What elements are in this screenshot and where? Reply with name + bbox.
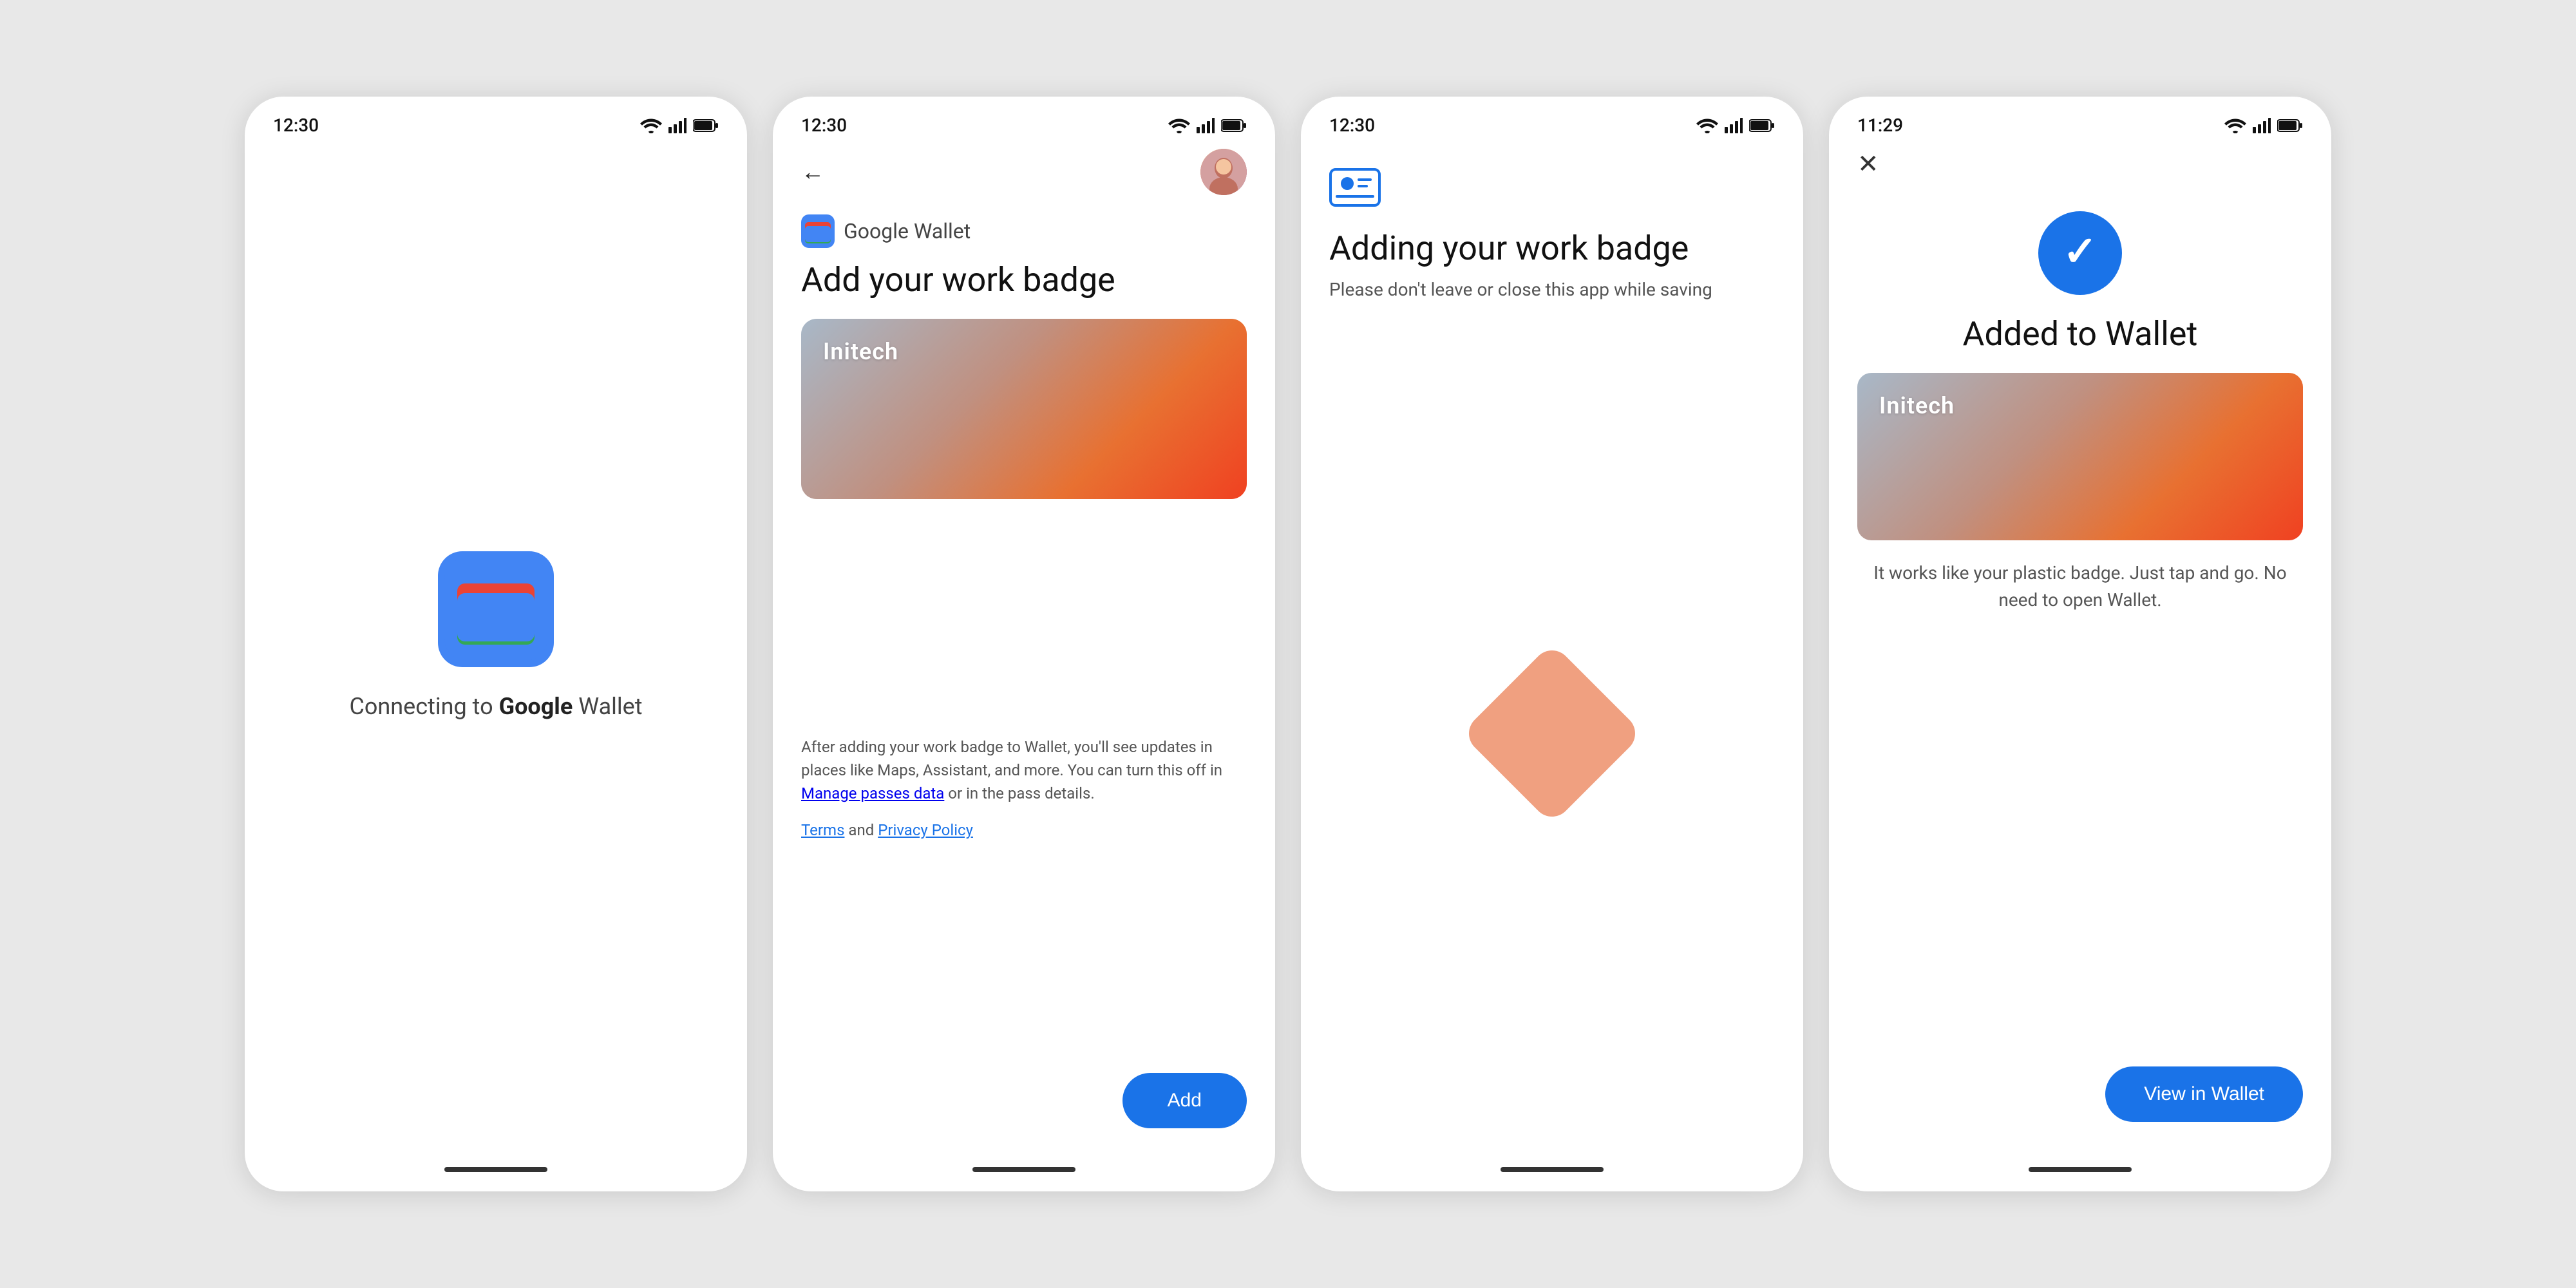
wifi-icon-2 <box>1168 118 1190 133</box>
screen4-content: ✕ ✓ Added to Wallet Initech It works lik… <box>1857 142 2303 1128</box>
badge-card-2: Initech <box>801 319 1247 499</box>
home-indicator-1 <box>444 1167 547 1172</box>
screen2-footer: Add <box>801 1060 1247 1128</box>
id-badge-icon <box>1329 168 1381 207</box>
added-desc: It works like your plastic badge. Just t… <box>1857 560 2303 614</box>
phone-screen-2: 12:30 ← <box>773 97 1275 1191</box>
success-circle: ✓ <box>2038 211 2122 295</box>
time-2: 12:30 <box>801 115 847 136</box>
screen2-header: ← <box>801 142 1247 214</box>
wifi-icon-4 <box>2224 118 2246 133</box>
screen4-body: ✕ ✓ Added to Wallet Initech It works lik… <box>1829 142 2331 1154</box>
screen2-body: ← Google Wallet <box>773 142 1275 1154</box>
battery-icon-4 <box>2277 118 2303 133</box>
badge-id-icon <box>1329 168 1381 209</box>
status-bar-2: 12:30 <box>773 97 1275 142</box>
battery-icon-2 <box>1221 118 1247 133</box>
wifi-icon-3 <box>1696 118 1718 133</box>
screen1-content: Connecting to Google Wallet <box>245 142 747 1154</box>
privacy-link[interactable]: Privacy Policy <box>878 821 973 839</box>
badge-links: Terms and Privacy Policy <box>801 818 1247 842</box>
add-badge-title: Add your work badge <box>801 261 1247 299</box>
view-in-wallet-button[interactable]: View in Wallet <box>2105 1066 2303 1122</box>
signal-icon-4 <box>2253 118 2271 133</box>
screen2-scroll: Google Wallet Add your work badge Initec… <box>801 214 1247 1128</box>
add-button[interactable]: Add <box>1122 1073 1247 1128</box>
badge-company-4: Initech <box>1879 392 1955 419</box>
phone-screen-4: 11:29 ✕ ✓ Added to Wallet <box>1829 97 2331 1191</box>
signal-icon-3 <box>1725 118 1743 133</box>
status-icons-1 <box>640 118 719 133</box>
added-title: Added to Wallet <box>1857 314 2303 354</box>
status-bar-4: 11:29 <box>1829 97 2331 142</box>
time-1: 12:30 <box>273 115 319 136</box>
battery-icon <box>693 118 719 133</box>
connecting-text: Connecting to Google Wallet <box>349 693 642 720</box>
time-4: 11:29 <box>1857 115 1903 136</box>
screen3-content: Adding your work badge Please don't leav… <box>1329 142 1775 1128</box>
phone-screen-3: 12:30 <box>1301 97 1803 1191</box>
home-indicator-2 <box>972 1167 1075 1172</box>
home-indicator-3 <box>1501 1167 1604 1172</box>
battery-icon-3 <box>1749 118 1775 133</box>
status-icons-3 <box>1696 118 1775 133</box>
wifi-icon <box>640 118 662 133</box>
terms-link[interactable]: Terms <box>801 821 844 839</box>
manage-passes-link[interactable]: Manage passes data <box>801 784 944 802</box>
gw-icon <box>801 214 835 248</box>
adding-title: Adding your work badge <box>1329 229 1689 269</box>
status-icons-4 <box>2224 118 2303 133</box>
close-button[interactable]: ✕ <box>1857 149 1879 179</box>
google-wallet-logo: Google Wallet <box>801 214 1247 248</box>
signal-icon <box>668 118 687 133</box>
phone-screen-1: 12:30 <box>245 97 747 1191</box>
signal-icon-2 <box>1197 118 1215 133</box>
status-bar-3: 12:30 <box>1301 97 1803 142</box>
badge-company-2: Initech <box>823 338 898 365</box>
google-wallet-label: Google Wallet <box>844 219 971 243</box>
loading-diamond <box>1461 643 1643 825</box>
google-wallet-icon-big <box>438 551 554 667</box>
avatar <box>1200 149 1247 195</box>
checkmark-icon: ✓ <box>2063 231 2098 272</box>
badge-description: After adding your work badge to Wallet, … <box>801 735 1247 805</box>
screen3-content-wrap: Adding your work badge Please don't leav… <box>1301 142 1803 1154</box>
back-button[interactable]: ← <box>801 158 824 185</box>
status-icons-2 <box>1168 118 1247 133</box>
screen4-footer: View in Wallet <box>1857 1066 2303 1128</box>
status-bar-1: 12:30 <box>245 97 747 142</box>
adding-subtitle: Please don't leave or close this app whi… <box>1329 279 1712 300</box>
time-3: 12:30 <box>1329 115 1375 136</box>
home-indicator-4 <box>2029 1167 2132 1172</box>
badge-card-4: Initech <box>1857 373 2303 540</box>
